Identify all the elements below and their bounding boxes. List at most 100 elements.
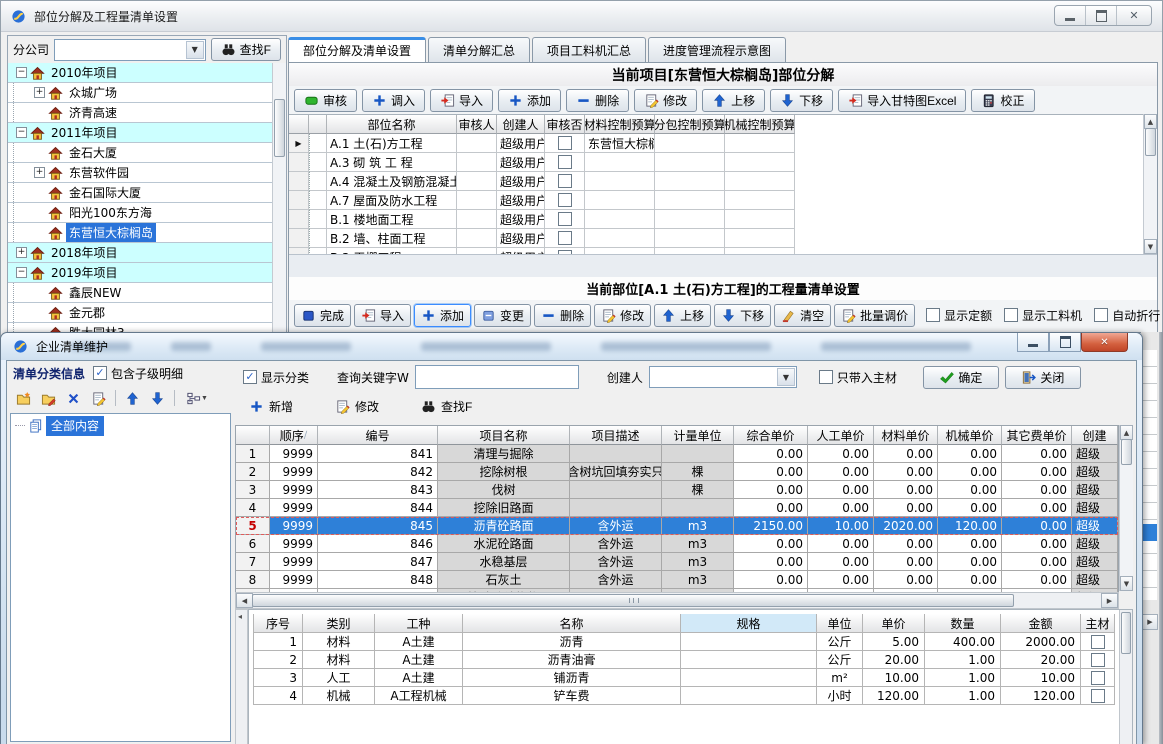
toolbar-button[interactable]: 审核 — [294, 89, 357, 112]
find-button[interactable]: 查找F — [211, 38, 281, 61]
edit-item-button[interactable] — [88, 388, 109, 408]
move-up-button[interactable] — [122, 388, 143, 408]
creator-select[interactable] — [649, 366, 797, 388]
tree-item[interactable]: 2018年项目 — [8, 243, 273, 263]
toolbar-button[interactable]: 导入 — [354, 304, 411, 327]
col-header[interactable]: 项目描述 — [570, 426, 662, 445]
toolbar-button[interactable]: 下移 — [770, 89, 833, 112]
tree-item[interactable]: 2019年项目 — [8, 263, 273, 283]
list-row[interactable]: 7 9999 847 水稳基层 含外运 m3 0.00 0.00 0.00 0.… — [236, 553, 1118, 571]
option-checkbox[interactable] — [926, 308, 940, 322]
list-table-scrollbar[interactable]: ▲ ▼ — [1119, 425, 1133, 591]
toolbar-button[interactable]: 调入 — [362, 89, 425, 112]
move-down-button[interactable] — [147, 388, 168, 408]
detail-scrollbar[interactable] — [1119, 610, 1132, 744]
audit-checkbox[interactable] — [558, 155, 572, 169]
option-checkbox[interactable] — [1094, 308, 1108, 322]
toolbar-button[interactable]: 批量调价 — [834, 304, 915, 327]
col-header[interactable]: 材料单价 — [874, 426, 938, 445]
expand-toggle[interactable] — [34, 167, 45, 178]
close-dialog-button[interactable]: 关闭 — [1005, 366, 1081, 389]
detail-row[interactable]: 4 机械 A工程机械 铲车费 小时 120.00 1.00 120.00 — [253, 687, 1115, 705]
tree-item[interactable]: 东营恒大棕榈岛 — [8, 223, 273, 243]
table-row[interactable]: A.7 屋面及防水工程 超级用户 — [289, 191, 1143, 210]
toolbar-button[interactable]: 导入 — [430, 89, 493, 112]
toolbar-button[interactable]: 添加 — [498, 89, 561, 112]
list-row[interactable]: 6 9999 846 水泥砼路面 含外运 m3 0.00 0.00 0.00 0… — [236, 535, 1118, 553]
main-material-checkbox[interactable] — [1091, 689, 1105, 703]
tree-item[interactable]: 金石国际大厦 — [8, 183, 273, 203]
toolbar-button[interactable]: 变更 — [474, 304, 531, 327]
audit-checkbox[interactable] — [558, 212, 572, 226]
scroll-right-icon[interactable]: ▶ — [1101, 593, 1118, 608]
main-material-checkbox[interactable] — [1091, 635, 1105, 649]
tree-item[interactable]: 阳光100东方海 — [8, 203, 273, 223]
detail-splitter[interactable] — [235, 609, 248, 744]
list-row[interactable]: 3 9999 843 伐树 棵 0.00 0.00 0.00 0.00 0.00… — [236, 481, 1118, 499]
toolbar-button[interactable]: 上移 — [654, 304, 711, 327]
tab[interactable]: 部位分解及清单设置 — [288, 37, 426, 62]
col-header[interactable]: 部位名称 — [327, 115, 457, 134]
expand-toggle[interactable] — [16, 67, 27, 78]
toolbar-button[interactable]: 修改 — [634, 89, 697, 112]
tree-item[interactable]: 2011年项目 — [8, 123, 273, 143]
parts-table-scrollbar[interactable]: ▲ ▼ — [1143, 114, 1157, 254]
edit-folder-button[interactable] — [38, 388, 59, 408]
delete-button[interactable] — [63, 388, 84, 408]
table-row[interactable]: A.1 土(石)方工程 超级用户 东营恒大棕榈 — [289, 134, 1143, 153]
tree-item[interactable]: 众城广场 — [8, 83, 273, 103]
display-option[interactable]: 显示定额 — [926, 307, 992, 324]
expand-toggle[interactable] — [16, 127, 27, 138]
scrollbar-thumb[interactable] — [1121, 612, 1131, 654]
minimize-button[interactable] — [1017, 333, 1049, 352]
audit-checkbox[interactable] — [558, 174, 572, 188]
list-toolbar-button[interactable]: 查找F — [415, 397, 478, 416]
col-header[interactable]: 创建 — [1072, 426, 1118, 445]
audit-checkbox[interactable] — [558, 136, 572, 150]
toolbar-button[interactable]: 添加 — [414, 304, 471, 327]
company-select[interactable] — [54, 39, 206, 61]
list-row[interactable]: 4 9999 844 挖除旧路面 0.00 0.00 0.00 0.00 0.0… — [236, 499, 1118, 517]
col-header[interactable]: 类别 — [303, 614, 375, 633]
minimize-button[interactable] — [1055, 6, 1086, 25]
display-option[interactable]: 自动折行 — [1094, 307, 1160, 324]
table-row[interactable]: B.1 楼地面工程 超级用户 — [289, 210, 1143, 229]
include-sub-checkbox[interactable] — [93, 366, 107, 380]
tree-item[interactable]: 东营软件园 — [8, 163, 273, 183]
tree-root-item[interactable]: 全部内容 — [11, 416, 230, 435]
tree-item[interactable]: 金元郡 — [8, 303, 273, 323]
toolbar-button[interactable]: 清空 — [774, 304, 831, 327]
col-header[interactable]: 机械单价 — [938, 426, 1002, 445]
main-material-checkbox[interactable] — [1091, 671, 1105, 685]
col-header[interactable]: 审核人 — [457, 115, 497, 134]
option-checkbox[interactable] — [1004, 308, 1018, 322]
tab[interactable]: 项目工料机汇总 — [532, 37, 646, 62]
table-row[interactable]: A.3 砌 筑 工 程 超级用户 — [289, 153, 1143, 172]
expand-toggle[interactable] — [16, 247, 27, 258]
toolbar-button[interactable]: 下移 — [714, 304, 771, 327]
col-header[interactable]: 名称 — [463, 614, 681, 633]
include-sub-option[interactable]: 包含子级明细 — [93, 365, 183, 382]
col-header[interactable]: 主材 — [1081, 614, 1115, 633]
col-header[interactable]: 金额 — [1001, 614, 1081, 633]
show-category-checkbox[interactable] — [243, 370, 257, 384]
detail-row[interactable]: 3 人工 A土建 铺沥青 m² 10.00 1.00 10.00 — [253, 669, 1115, 687]
list-row[interactable]: 2 9999 842 挖除树根 含树坑回填夯实只 棵 0.00 0.00 0.0… — [236, 463, 1118, 481]
col-header[interactable]: 创建人 — [497, 115, 545, 134]
list-table-hscrollbar[interactable]: ◀ ▶ — [235, 592, 1119, 609]
toolbar-button[interactable]: 校正 — [971, 89, 1034, 112]
col-header[interactable]: 数量 — [925, 614, 1001, 633]
list-toolbar-button[interactable]: 新增 — [243, 397, 299, 416]
col-header[interactable]: 单价 — [863, 614, 925, 633]
col-header[interactable]: 机械控制预算 — [725, 115, 795, 134]
list-row[interactable]: 1 9999 841 清理与掘除 0.00 0.00 0.00 0.00 0.0… — [236, 445, 1118, 463]
table-row[interactable]: A.4 混凝土及钢筋混凝土 超级用户 — [289, 172, 1143, 191]
only-main-material-option[interactable]: 只带入主材 — [819, 369, 897, 386]
col-header[interactable]: 编号 — [318, 426, 438, 445]
detail-row[interactable]: 2 材料 A土建 沥青油膏 公斤 20.00 1.00 20.00 — [253, 651, 1115, 669]
maximize-button[interactable] — [1049, 333, 1081, 352]
col-header[interactable]: 项目名称 — [438, 426, 570, 445]
col-header[interactable]: 顺序 — [270, 426, 318, 445]
scrollbar-thumb[interactable] — [1145, 128, 1156, 156]
toolbar-button[interactable]: 导入甘特图Excel — [838, 89, 966, 112]
